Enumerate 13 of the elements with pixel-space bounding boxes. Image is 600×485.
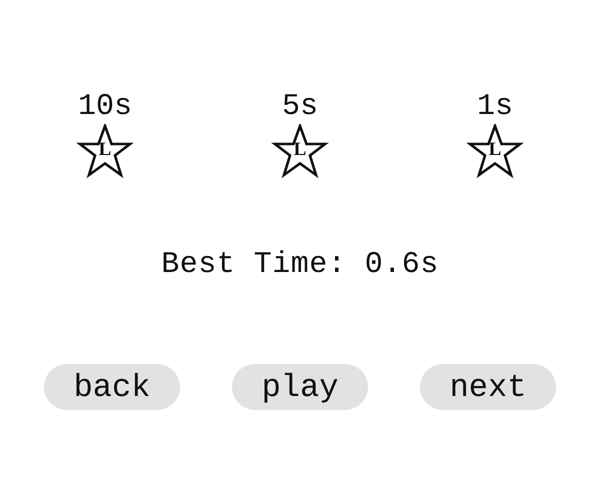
time-goal: 5s	[282, 90, 318, 124]
best-time: Best Time: 0.6s	[161, 248, 439, 282]
nav-button[interactable]: play	[232, 364, 368, 410]
time-goal: 1s	[476, 90, 513, 124]
star-icon	[76, 124, 134, 180]
star-letter: L	[98, 139, 112, 161]
star-icon	[271, 124, 329, 180]
nav-button[interactable]: next	[420, 364, 556, 410]
star-letter: L	[292, 139, 308, 161]
time-goal: 10s	[78, 90, 132, 124]
nav-button[interactable]: back	[44, 364, 180, 410]
star-icon	[466, 124, 524, 180]
star-letter: L	[488, 139, 502, 161]
